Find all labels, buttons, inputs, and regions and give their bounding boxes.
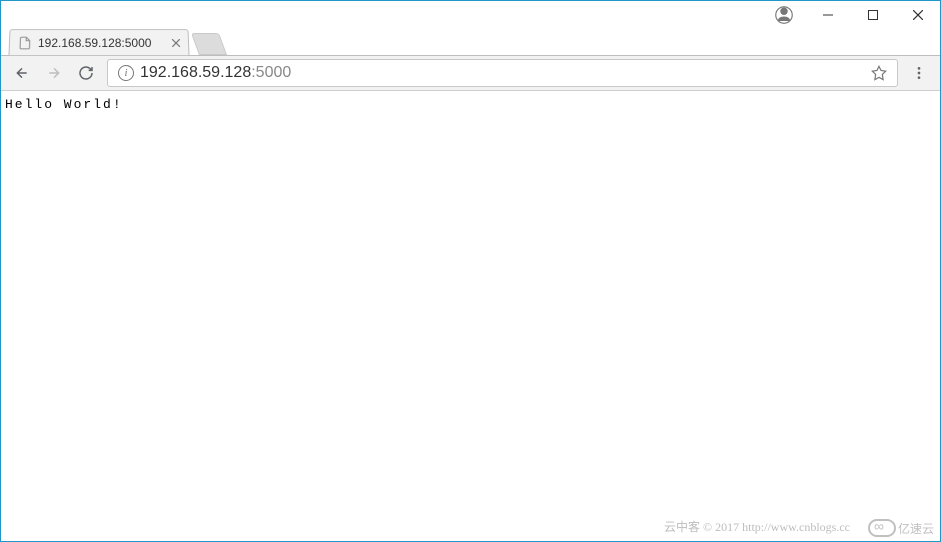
page-content: Hello World!: [1, 91, 940, 118]
menu-button[interactable]: [904, 58, 934, 88]
reload-button[interactable]: [71, 58, 101, 88]
close-button[interactable]: [895, 1, 940, 29]
site-info-icon[interactable]: i: [118, 65, 134, 81]
url-host: 192.168.59.128: [140, 64, 251, 81]
toolbar: i 192.168.59.128:5000: [1, 55, 940, 91]
forward-button[interactable]: [39, 58, 69, 88]
watermark-text: 云中客 © 2017 http://www.cnblogs.cc: [664, 518, 850, 535]
url-port: :5000: [251, 64, 291, 81]
address-bar[interactable]: i 192.168.59.128:5000: [107, 59, 898, 87]
new-tab-button[interactable]: [191, 33, 227, 55]
cloud-icon: [868, 519, 896, 537]
minimize-button[interactable]: [805, 1, 850, 29]
browser-tab[interactable]: 192.168.59.128:5000: [8, 29, 189, 55]
window-titlebar: [1, 1, 940, 29]
tab-title: 192.168.59.128:5000: [38, 36, 166, 50]
page-body-text: Hello World!: [5, 97, 123, 112]
tab-close-icon[interactable]: [172, 39, 180, 47]
bookmark-star-icon[interactable]: [871, 65, 887, 81]
tab-bar: 192.168.59.128:5000: [1, 29, 940, 55]
watermark-logo-text: 亿速云: [898, 520, 934, 537]
maximize-button[interactable]: [850, 1, 895, 29]
window-controls: [805, 1, 940, 29]
watermark-logo: 亿速云: [868, 519, 934, 537]
back-button[interactable]: [7, 58, 37, 88]
page-icon: [18, 36, 32, 50]
url-text[interactable]: 192.168.59.128:5000: [140, 64, 865, 82]
account-icon[interactable]: [775, 6, 793, 24]
